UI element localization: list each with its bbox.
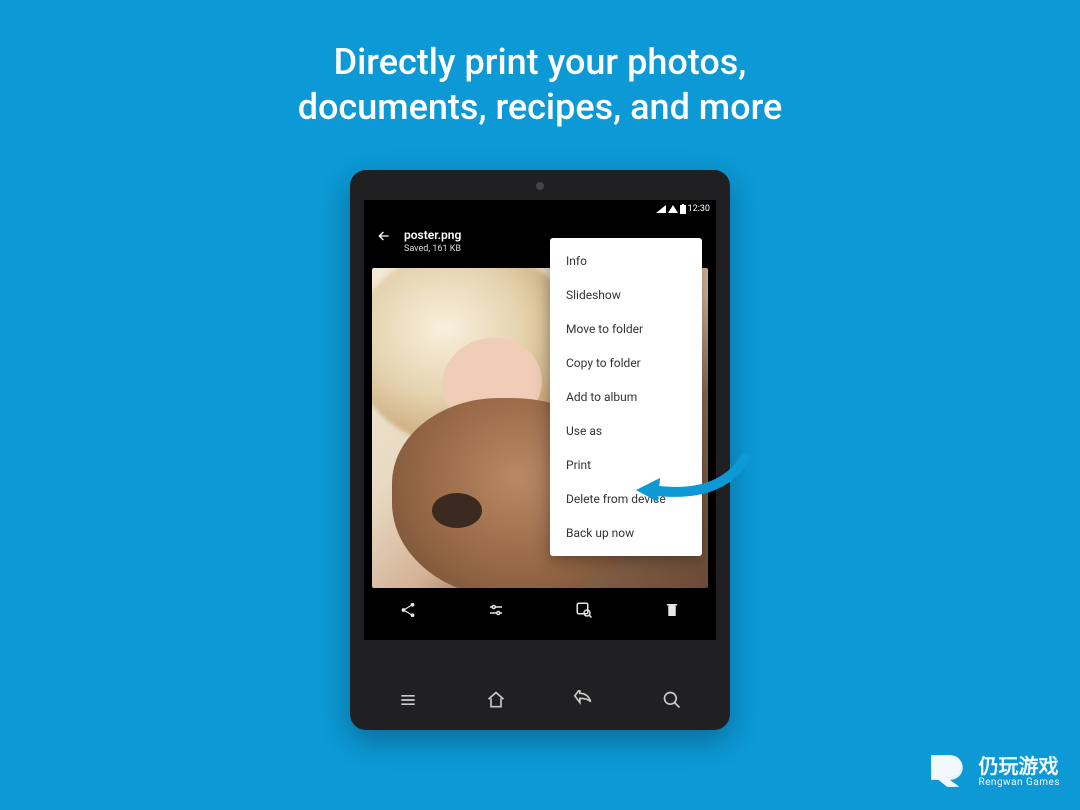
battery-icon bbox=[680, 204, 686, 214]
signal-icon bbox=[656, 205, 666, 213]
menu-item-info[interactable]: Info bbox=[550, 244, 702, 278]
watermark-text-cn: 仍玩游戏 bbox=[978, 755, 1060, 777]
menu-item-add-to-album[interactable]: Add to album bbox=[550, 380, 702, 414]
photo-action-bar bbox=[364, 590, 716, 630]
system-nav-bar bbox=[364, 682, 716, 718]
menu-item-move-to-folder[interactable]: Move to folder bbox=[550, 312, 702, 346]
file-info: Saved, 161 KB bbox=[404, 244, 461, 254]
share-icon[interactable] bbox=[399, 601, 417, 619]
context-menu: Info Slideshow Move to folder Copy to fo… bbox=[550, 238, 702, 556]
menu-item-copy-to-folder[interactable]: Copy to folder bbox=[550, 346, 702, 380]
delete-icon[interactable] bbox=[663, 601, 681, 619]
headline-line-2: documents, recipes, and more bbox=[0, 85, 1080, 130]
nav-home-icon[interactable] bbox=[486, 690, 506, 710]
appbar-title-block: poster.png Saved, 161 KB bbox=[404, 228, 461, 254]
nav-back-icon[interactable] bbox=[574, 690, 594, 710]
menu-item-back-up-now[interactable]: Back up now bbox=[550, 516, 702, 550]
wifi-icon bbox=[668, 205, 678, 213]
tune-icon[interactable] bbox=[487, 601, 505, 619]
watermark-text-en: Rengwan Games bbox=[978, 777, 1060, 788]
file-name: poster.png bbox=[404, 228, 461, 242]
tablet-camera bbox=[536, 182, 544, 190]
tablet-frame: 12:30 poster.png Saved, 161 KB Info bbox=[350, 170, 730, 730]
tablet-screen: 12:30 poster.png Saved, 161 KB Info bbox=[364, 200, 716, 640]
photo-region-dog-nose bbox=[432, 493, 482, 528]
nav-search-icon[interactable] bbox=[662, 690, 682, 710]
headline-line-1: Directly print your photos, bbox=[0, 40, 1080, 85]
menu-item-print[interactable]: Print bbox=[550, 448, 702, 482]
menu-item-delete-from-device[interactable]: Delete from device bbox=[550, 482, 702, 516]
watermark-logo-icon bbox=[926, 750, 968, 792]
menu-item-slideshow[interactable]: Slideshow bbox=[550, 278, 702, 312]
status-time: 12:30 bbox=[688, 204, 710, 214]
watermark: 仍玩游戏 Rengwan Games bbox=[926, 750, 1060, 792]
back-arrow-icon[interactable] bbox=[376, 228, 392, 244]
watermark-text: 仍玩游戏 Rengwan Games bbox=[978, 755, 1060, 788]
promo-headline: Directly print your photos, documents, r… bbox=[0, 0, 1080, 130]
status-bar: 12:30 bbox=[364, 200, 716, 218]
nav-menu-icon[interactable] bbox=[398, 690, 418, 710]
image-search-icon[interactable] bbox=[575, 601, 593, 619]
menu-item-use-as[interactable]: Use as bbox=[550, 414, 702, 448]
